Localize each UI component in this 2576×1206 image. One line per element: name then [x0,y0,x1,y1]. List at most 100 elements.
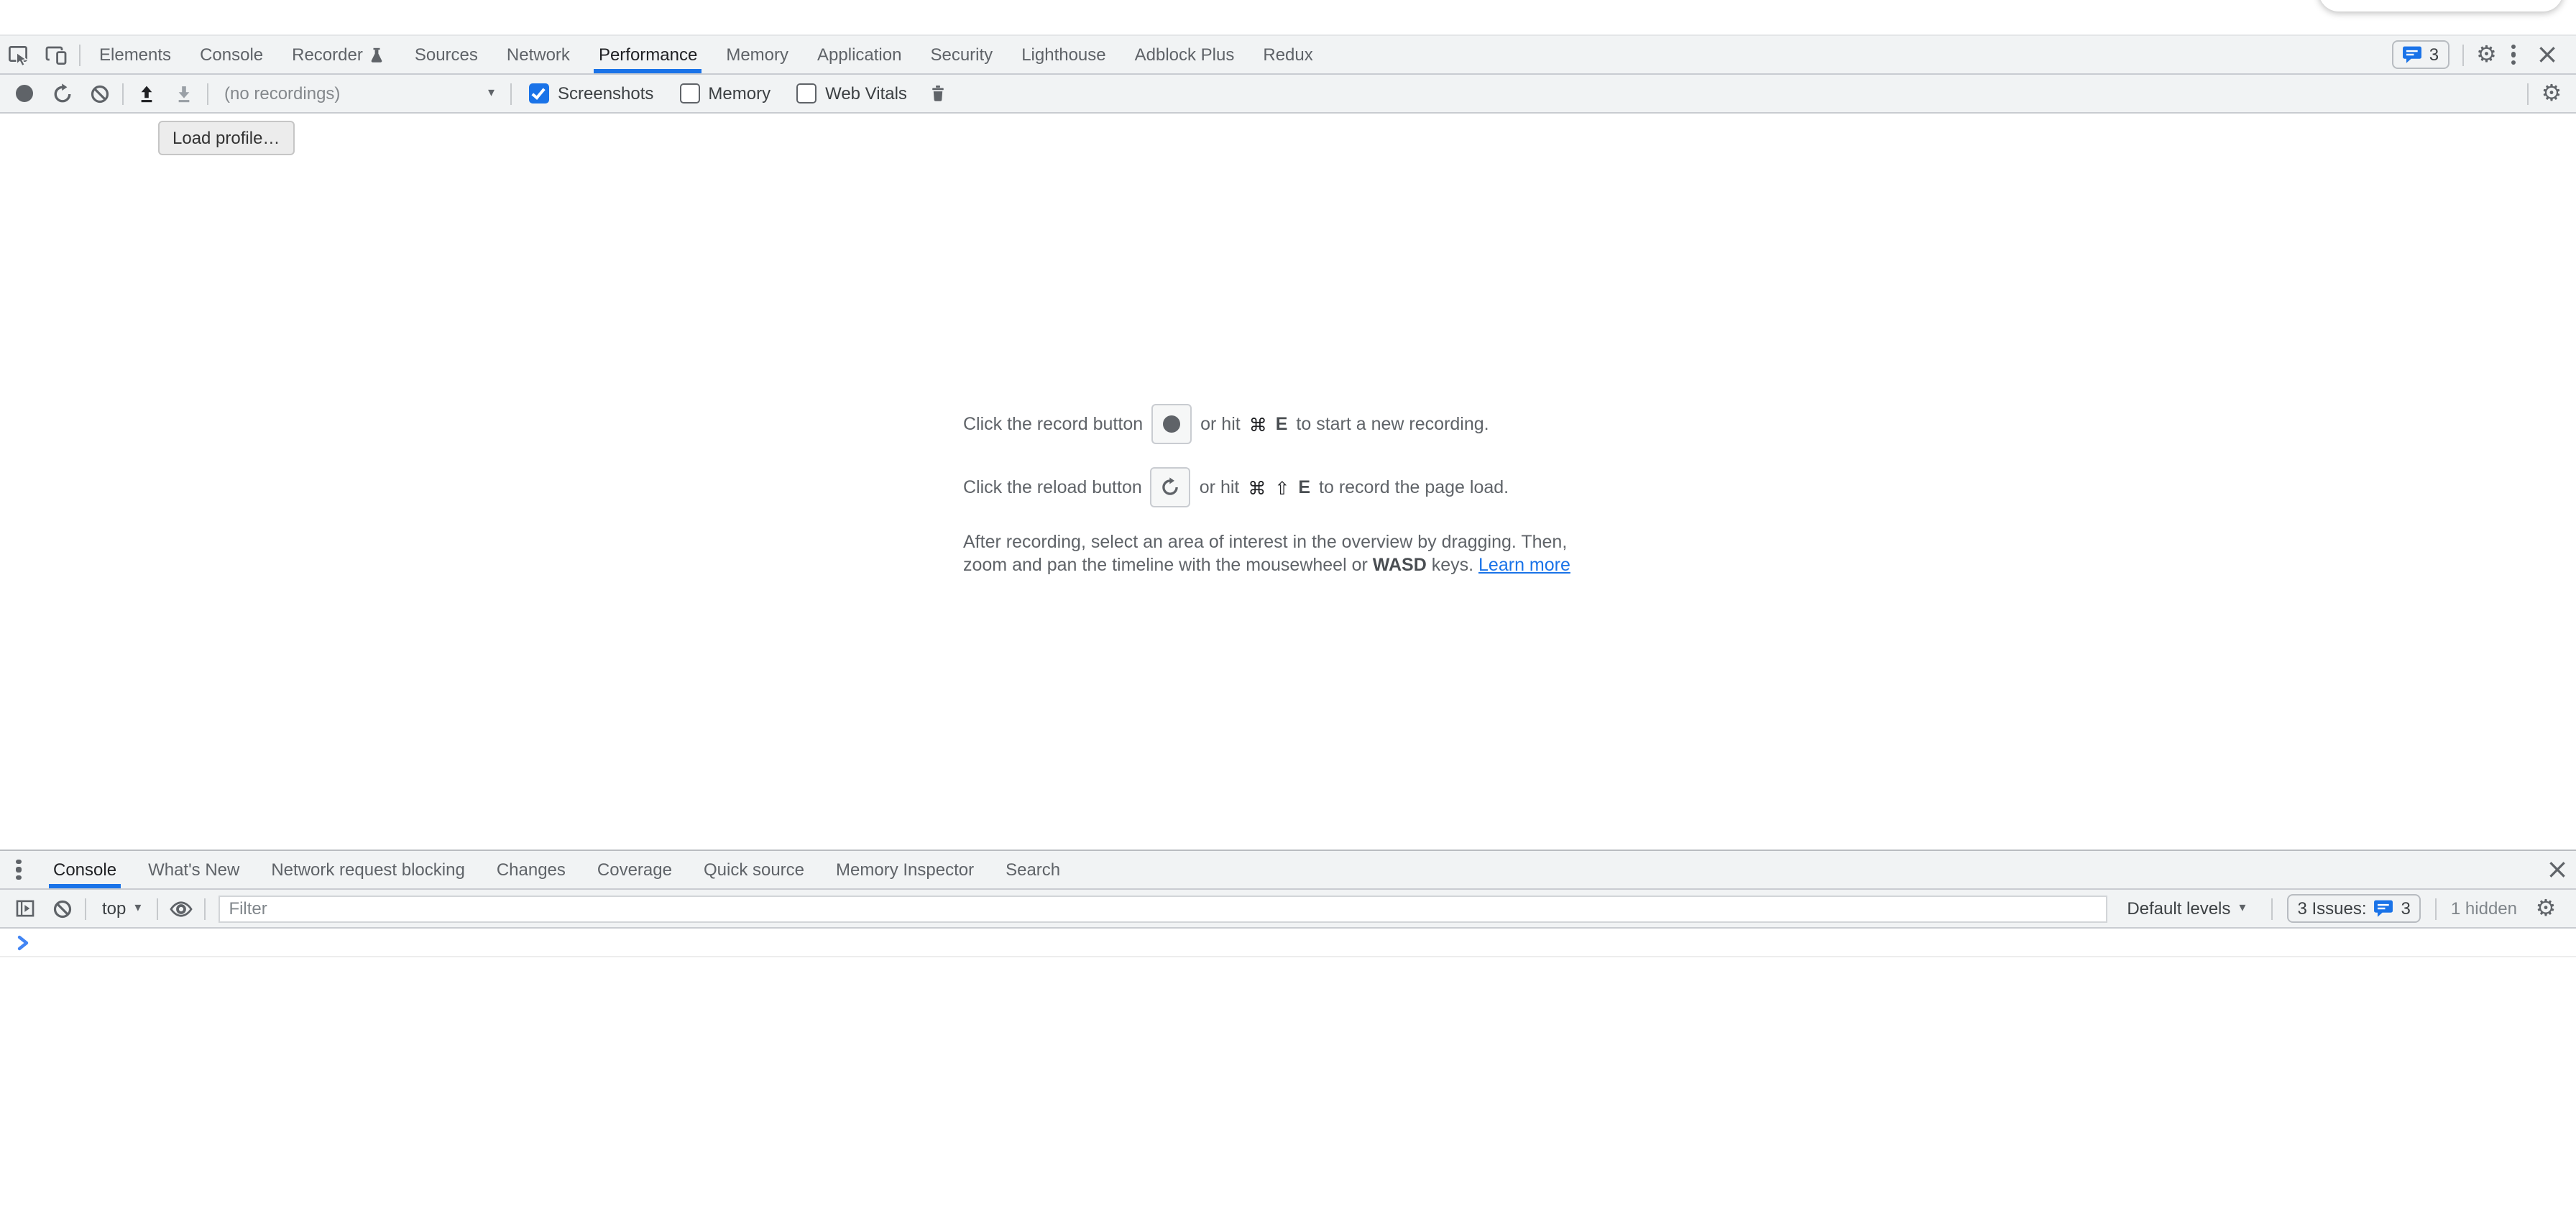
block-icon [51,898,73,919]
console-messages-area[interactable] [0,929,2576,1206]
drawer: Console What's New Network request block… [0,850,2576,1206]
console-issues-button[interactable]: 3 Issues: 3 [2287,894,2420,923]
instruction-text: Click the record button [963,414,1143,434]
record-circle-icon [16,85,33,102]
separator [204,898,206,919]
separator [2527,83,2529,104]
reload-button-illustration [1151,467,1191,507]
more-options-kebab-icon[interactable] [2506,44,2521,65]
device-toolbar-button[interactable] [37,36,75,73]
reload-icon [1161,477,1181,497]
console-sidebar-toggle-button[interactable] [6,898,43,919]
checkbox-label: Web Vitals [825,83,907,103]
checkbox-unchecked-icon [796,83,816,103]
tab-elements[interactable]: Elements [85,36,185,73]
instruction-text: or hit [1200,414,1241,434]
tabbar-right-controls: 3 ⚙ × [2392,36,2576,73]
checkbox-checked-icon [529,83,549,103]
instruction-text: Click the reload button [963,477,1142,497]
tab-lighthouse[interactable]: Lighthouse [1007,36,1120,73]
checkbox-label: Memory [708,83,770,103]
chevron-down-icon: ▾ [134,901,141,916]
learn-more-link[interactable]: Learn more [1478,555,1570,575]
drawer-more-tabs-button[interactable] [0,851,37,888]
close-drawer-button[interactable]: × [2539,851,2576,888]
trash-icon [929,83,948,103]
cmd-key-symbol: ⌘ [1248,477,1266,498]
performance-landing-instructions: Click the record button or hit ⌘ E to st… [963,404,1639,576]
drawer-tab-console[interactable]: Console [37,851,132,888]
upload-arrow-icon [137,83,157,104]
tooltip-text: Load profile… [172,128,280,148]
memory-checkbox[interactable]: Memory [679,83,770,103]
close-devtools-icon[interactable]: × [2530,41,2564,68]
separator [122,83,124,104]
paragraph-text: keys. [1427,555,1478,575]
separator [2462,44,2463,65]
issues-count: 3 [2401,898,2411,919]
tab-application[interactable]: Application [803,36,916,73]
close-icon: × [2540,856,2575,883]
instruction-text: to start a new recording. [1296,414,1489,434]
record-button[interactable] [6,85,43,102]
separator [2435,898,2437,919]
web-vitals-checkbox[interactable]: Web Vitals [796,83,907,103]
issues-counter-button[interactable]: 3 [2392,40,2449,69]
devtools-window: Elements Console Recorder Sources Networ… [0,0,2576,1206]
drawer-tab-search[interactable]: Search [990,851,1076,888]
drawer-tab-quick-source[interactable]: Quick source [688,851,820,888]
tab-console[interactable]: Console [185,36,277,73]
load-profile-tooltip: Load profile… [158,121,294,155]
drawer-tab-coverage[interactable]: Coverage [581,851,688,888]
hidden-messages-count: 1 hidden [2451,898,2517,919]
recordings-select[interactable]: (no recordings) ▾ [213,83,506,103]
log-levels-select[interactable]: Default levels ▾ [2115,898,2257,919]
block-icon [88,83,110,104]
reload-and-record-button[interactable] [43,83,80,104]
execution-context-value: top [102,898,126,919]
tab-performance[interactable]: Performance [584,36,712,73]
e-key-symbol: E [1298,477,1310,497]
clear-console-button[interactable] [43,898,80,919]
e-key-symbol: E [1276,414,1288,434]
inspect-cursor-icon [7,43,30,66]
tab-network[interactable]: Network [492,36,584,73]
drawer-tabbar: Console What's New Network request block… [0,850,2576,890]
reload-instruction-row: Click the reload button or hit ⌘ ⇧ E to … [963,467,1639,507]
create-live-expression-button[interactable] [162,899,200,918]
console-prompt-row[interactable] [0,929,2576,957]
tab-adblock-plus[interactable]: Adblock Plus [1121,36,1249,73]
wasd-keys-text: WASD [1373,555,1427,575]
tab-security[interactable]: Security [916,36,1007,73]
log-levels-value: Default levels [2127,898,2230,919]
gear-icon: ⚙ [2542,82,2562,105]
execution-context-select[interactable]: top ▾ [91,898,152,919]
drawer-tab-whats-new[interactable]: What's New [132,851,255,888]
tab-redux[interactable]: Redux [1248,36,1327,73]
screenshots-checkbox[interactable]: Screenshots [529,83,653,103]
kebab-menu-icon [11,859,27,880]
separator [510,83,512,104]
garbage-collect-button[interactable] [920,83,957,103]
settings-gear-icon[interactable]: ⚙ [2476,43,2497,66]
issues-count: 3 [2429,45,2439,65]
performance-toolbar: (no recordings) ▾ Screenshots Memory Web… [0,75,2576,114]
clear-button[interactable] [80,83,118,104]
console-settings-button[interactable]: ⚙ [2527,897,2564,920]
inspect-element-button[interactable] [0,36,37,73]
capture-settings-button[interactable]: ⚙ [2533,82,2570,105]
drawer-tab-memory-inspector[interactable]: Memory Inspector [820,851,990,888]
save-profile-button-disabled[interactable] [165,83,203,104]
console-prompt-chevron-icon [17,934,30,951]
reload-icon [51,83,73,104]
tab-sources[interactable]: Sources [400,36,492,73]
load-profile-button[interactable] [128,83,165,104]
drawer-tab-changes[interactable]: Changes [481,851,581,888]
experiment-flask-icon [369,45,386,64]
tab-memory[interactable]: Memory [712,36,803,73]
separator [157,898,158,919]
console-filter-input[interactable] [218,895,2107,922]
tab-recorder[interactable]: Recorder [277,36,400,73]
drawer-tab-network-request-blocking[interactable]: Network request blocking [255,851,480,888]
shift-key-symbol: ⇧ [1274,477,1289,498]
